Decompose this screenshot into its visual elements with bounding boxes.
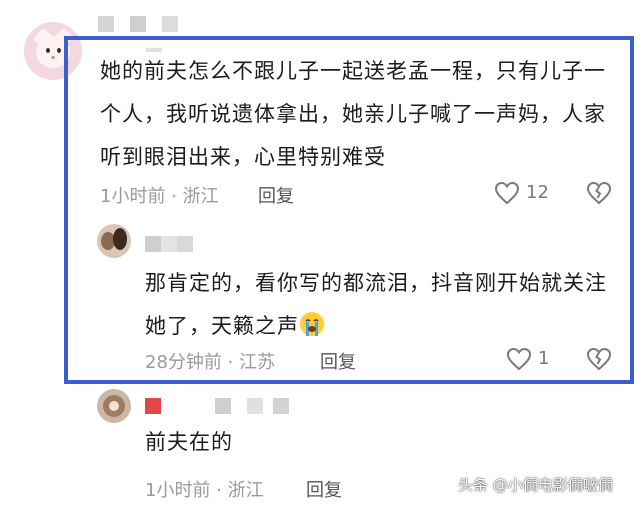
like-heart-icon[interactable] (494, 181, 520, 205)
like-count: 12 (526, 182, 549, 203)
reply-button[interactable]: 回复 (306, 476, 342, 502)
crying-face-emoji-icon (300, 312, 324, 336)
reply-text: 那肯定的，看你写的都流泪，抖音刚开始就关注她了，天籁之声 (145, 271, 607, 338)
reply-meta: 1小时前 · 浙江 (145, 480, 264, 501)
reply-button[interactable]: 回复 (258, 182, 294, 208)
reply-avatar[interactable] (97, 224, 131, 258)
comment-meta: 1小时前 · 浙江 (100, 186, 219, 207)
reply-avatar[interactable] (97, 389, 131, 423)
dislike-broken-heart-icon[interactable] (586, 181, 612, 205)
comment-text: 她的前夫怎么不跟儿子一起送老孟一程，只有儿子一个人，我听说遗体拿出，她亲儿子喊了… (100, 59, 606, 169)
watermark: 头条 @小僴电影僴啵僴 (458, 476, 613, 494)
like-count: 1 (538, 348, 550, 369)
reply-meta: 28分钟前 · 江苏 (145, 352, 276, 373)
reply-text: 前夫在的 (145, 430, 233, 454)
like-heart-icon[interactable] (506, 347, 532, 371)
dislike-broken-heart-icon[interactable] (586, 347, 612, 371)
reply-button[interactable]: 回复 (320, 348, 356, 374)
